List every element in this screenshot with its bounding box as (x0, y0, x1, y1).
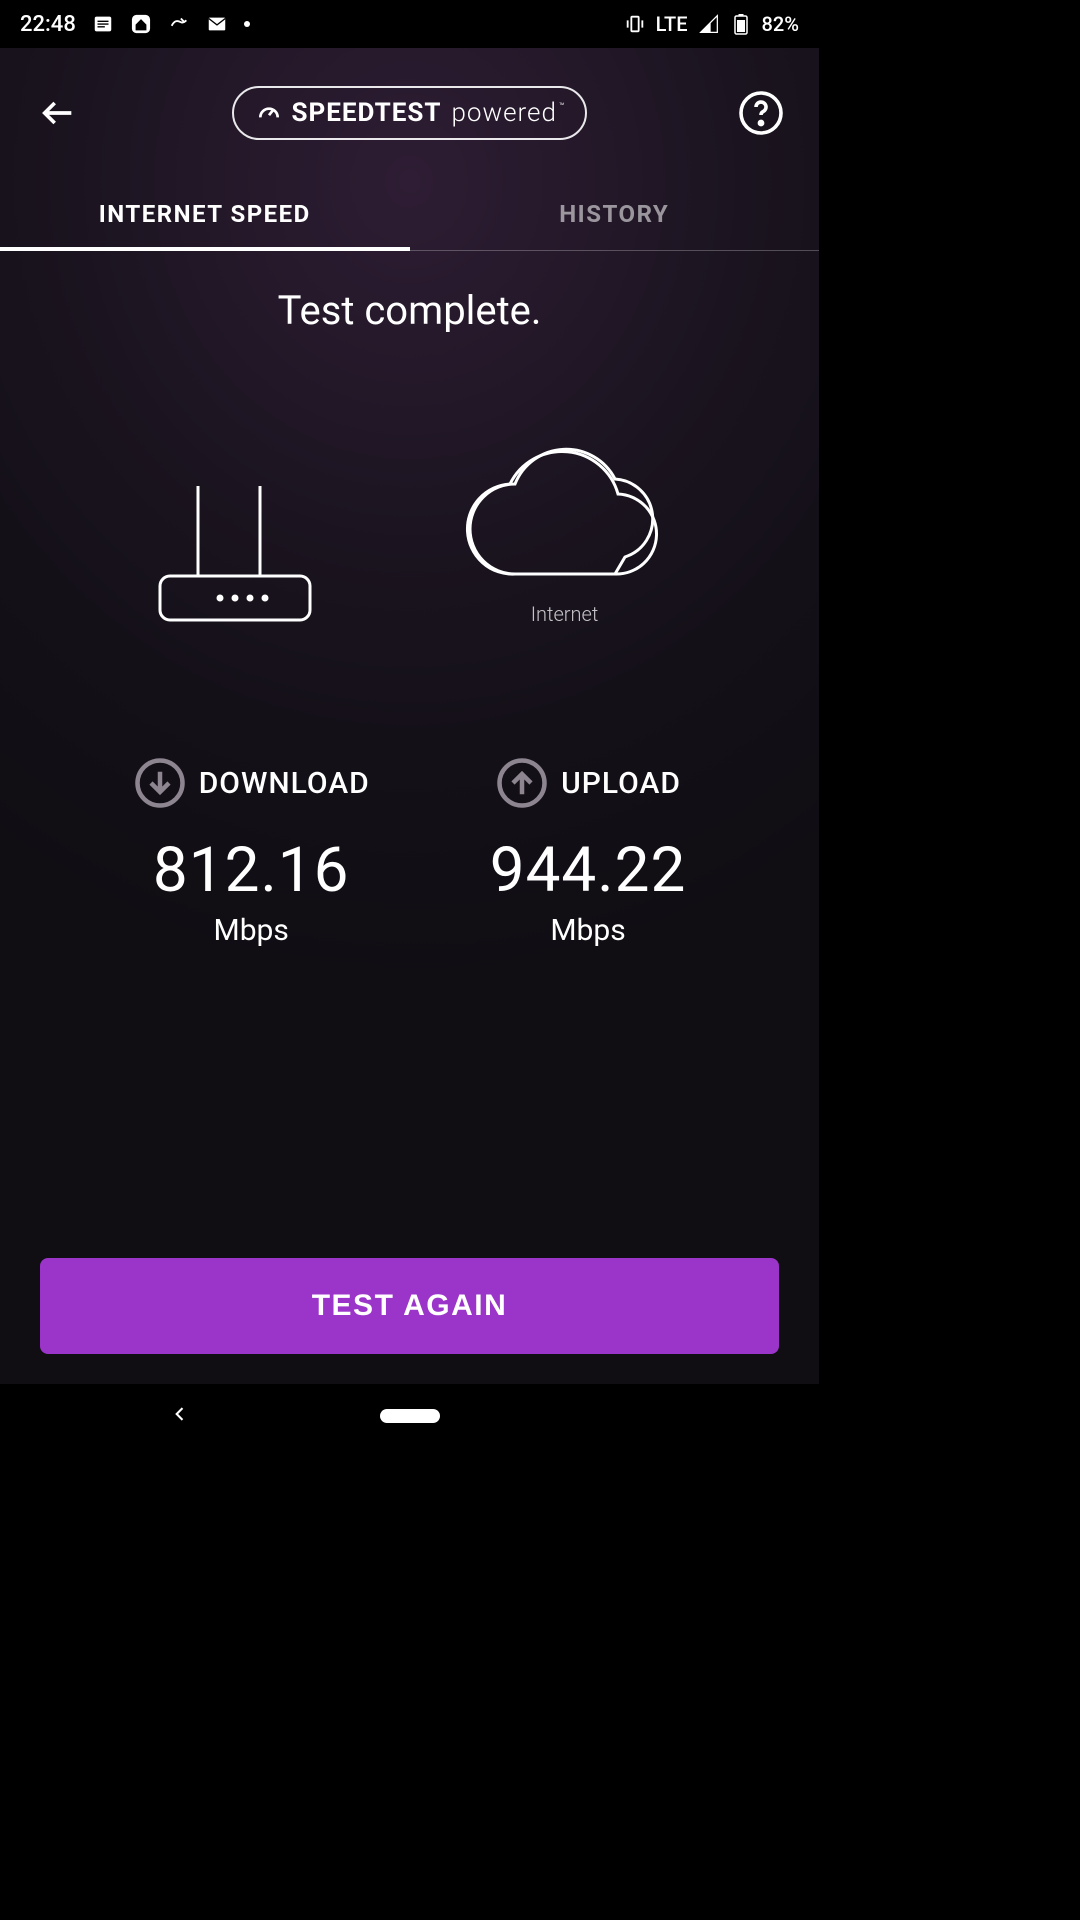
notification-more-dot-icon (244, 21, 250, 27)
status-time: 22:48 (20, 12, 76, 37)
brand-sub: powered™ (451, 98, 563, 128)
upload-icon (495, 756, 549, 810)
main-content: Test complete. Internet (0, 251, 819, 1258)
app-body: SPEEDTEST powered™ INTERNET SPEED HISTOR… (0, 48, 819, 1384)
app-logo: SPEEDTEST powered™ (232, 86, 588, 140)
test-again-button[interactable]: TEST AGAIN (40, 1258, 779, 1354)
upload-label: UPLOAD (561, 766, 681, 801)
download-icon (133, 756, 187, 810)
tab-history[interactable]: HISTORY (410, 178, 820, 250)
notification-dnd-icon (168, 13, 190, 35)
tab-internet-speed[interactable]: INTERNET SPEED (0, 178, 410, 250)
speed-metrics: DOWNLOAD 812.16 Mbps UPLOAD 944.22 Mbps (0, 756, 819, 948)
download-metric: DOWNLOAD 812.16 Mbps (133, 756, 370, 948)
arrow-left-icon (38, 93, 78, 133)
help-icon (737, 89, 785, 137)
battery-percent: 82% (762, 12, 799, 36)
tab-bar: INTERNET SPEED HISTORY (0, 178, 819, 251)
upload-value: 944.22 (490, 834, 687, 907)
notification-gmail-icon (206, 13, 228, 35)
status-left: 22:48 (20, 12, 250, 37)
upload-unit: Mbps (550, 913, 625, 948)
notification-home-icon (130, 13, 152, 35)
brand-main: SPEEDTEST (292, 98, 442, 128)
cloud-label: Internet (531, 602, 599, 626)
nav-back-button[interactable] (170, 1404, 190, 1428)
notification-message-icon (92, 13, 114, 35)
router-block (150, 476, 320, 626)
upload-metric: UPLOAD 944.22 Mbps (490, 756, 687, 948)
signal-icon (698, 13, 720, 35)
connection-diagram: Internet (150, 444, 670, 626)
download-unit: Mbps (214, 913, 289, 948)
cloud-icon (460, 444, 670, 584)
back-button[interactable] (30, 85, 86, 141)
network-type-label: LTE (656, 12, 688, 36)
gauge-icon (256, 100, 282, 126)
vibrate-icon (624, 13, 646, 35)
help-button[interactable] (733, 85, 789, 141)
status-right: LTE 82% (624, 12, 799, 36)
android-nav-bar (0, 1384, 819, 1448)
internet-block: Internet (460, 444, 670, 626)
android-status-bar: 22:48 LTE 82% (0, 0, 819, 48)
chevron-left-icon (170, 1404, 190, 1424)
battery-icon (730, 13, 752, 35)
nav-home-pill[interactable] (380, 1409, 440, 1423)
app-header: SPEEDTEST powered™ (0, 48, 819, 178)
test-status-text: Test complete. (278, 287, 542, 334)
router-icon (150, 476, 320, 626)
download-value: 812.16 (153, 834, 350, 907)
download-label: DOWNLOAD (199, 766, 370, 801)
